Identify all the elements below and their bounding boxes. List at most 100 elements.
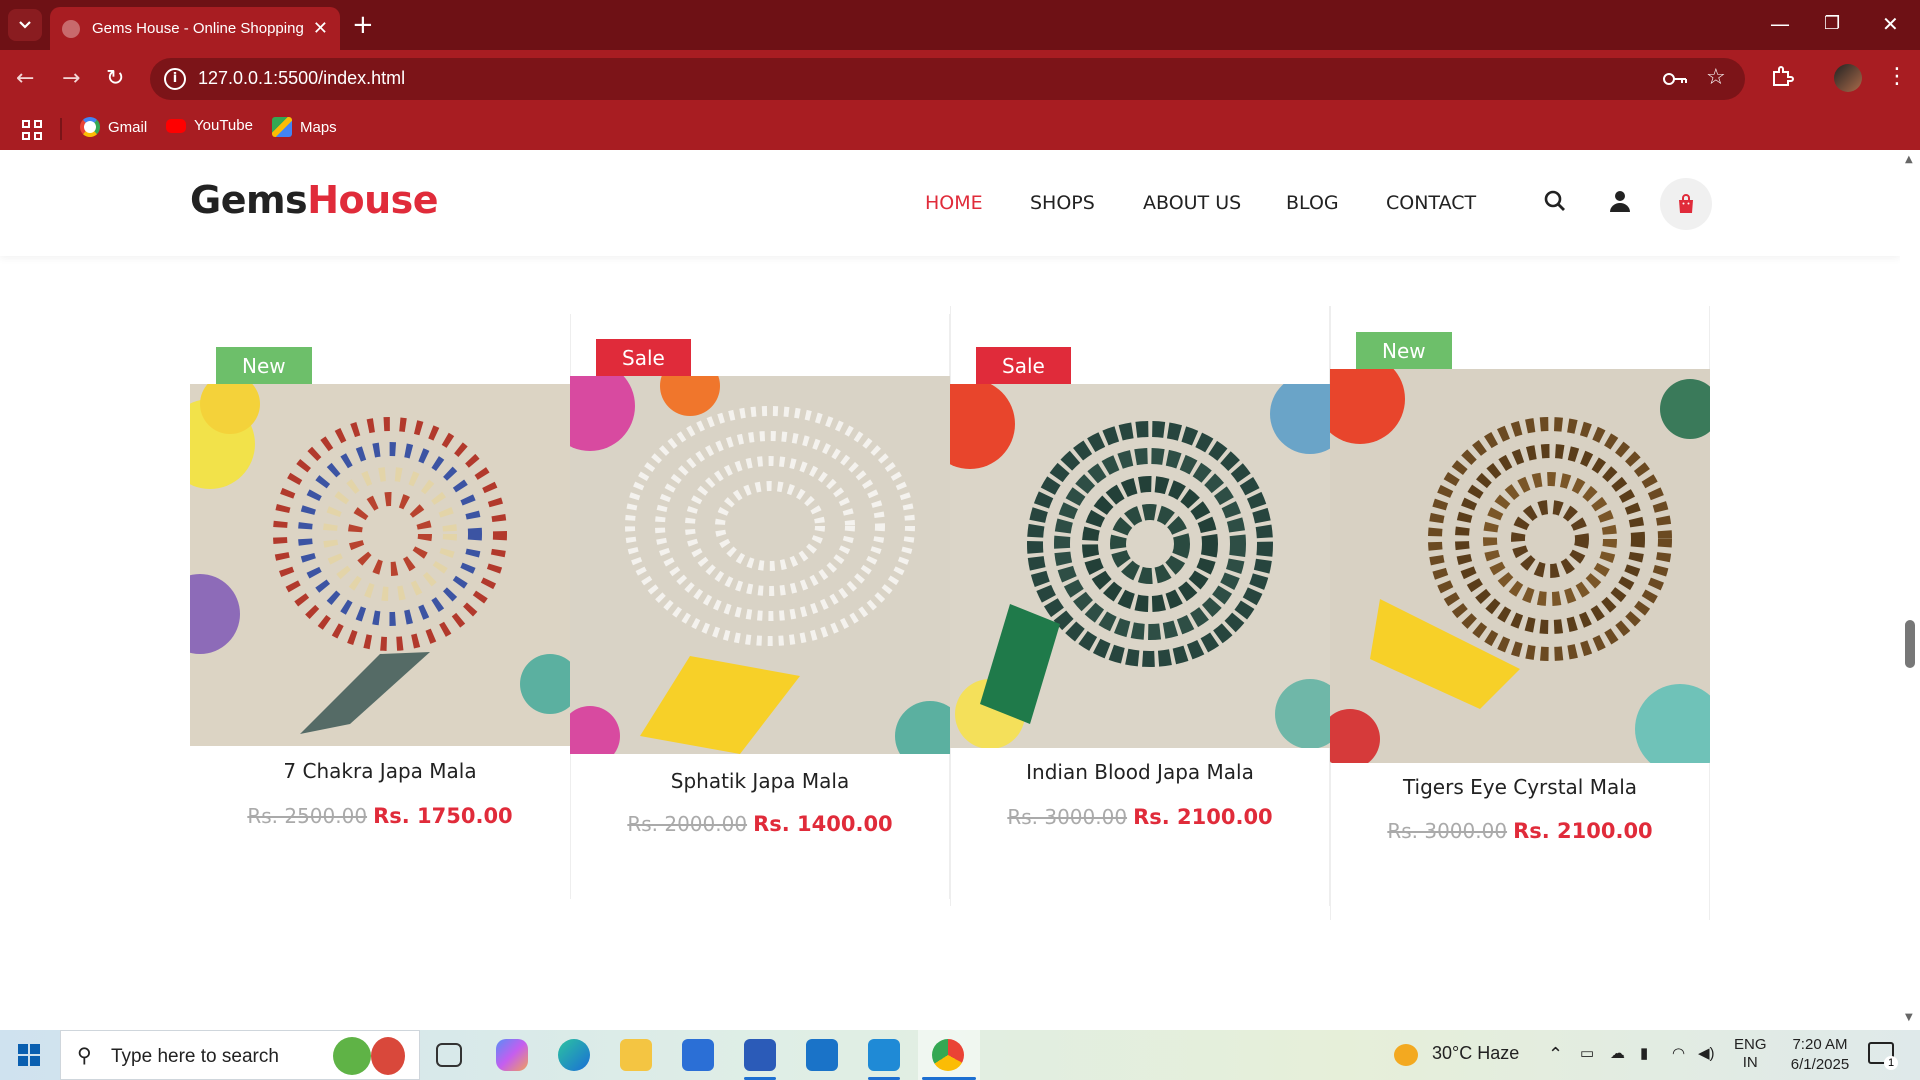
scroll-down-icon[interactable]: ▼: [1905, 1012, 1913, 1023]
microsoft-store-icon[interactable]: [682, 1039, 714, 1071]
apps-grid-icon[interactable]: [22, 120, 42, 140]
nav-blog[interactable]: BLOG: [1286, 192, 1339, 214]
badge-sale: Sale: [596, 339, 691, 377]
weather-icon[interactable]: [1394, 1044, 1418, 1066]
reload-icon[interactable]: ↻: [106, 64, 124, 94]
bookmark-label: Maps: [300, 118, 337, 136]
restore-icon[interactable]: ❐: [1824, 10, 1840, 38]
browser-tab-bar: Gems House - Online Shopping ✕ + — ❐ ✕: [0, 0, 1920, 50]
sale-price: Rs. 2100.00: [1133, 805, 1273, 829]
edge-icon[interactable]: [558, 1039, 590, 1071]
minimize-icon[interactable]: —: [1770, 10, 1790, 38]
product-price: Rs. 3000.00 Rs. 2100.00: [1330, 819, 1710, 843]
chevron-up-icon[interactable]: ⌃: [1548, 1044, 1563, 1065]
search-icon[interactable]: [1542, 188, 1568, 214]
chakra-mala-image: [190, 384, 570, 746]
forward-icon[interactable]: →: [62, 64, 80, 94]
battery-icon[interactable]: ▮: [1640, 1044, 1648, 1062]
nav-home[interactable]: HOME: [925, 192, 983, 214]
site-header: GemsHouse HOME SHOPS ABOUT US BLOG CONTA…: [0, 150, 1900, 256]
extensions-icon[interactable]: [1770, 64, 1794, 88]
menu-dots-icon[interactable]: ⋮: [1886, 64, 1908, 89]
logo-part-2: House: [307, 178, 439, 222]
product-image[interactable]: [1330, 369, 1710, 763]
old-price: Rs. 2500.00: [247, 804, 368, 828]
indian-blood-mala-image: [950, 384, 1330, 748]
file-explorer-icon[interactable]: [620, 1039, 652, 1071]
weather-text[interactable]: 30°C Haze: [1432, 1043, 1519, 1064]
address-bar[interactable]: i 127.0.0.1:5500/index.html ☆: [150, 58, 1745, 100]
language-code: ENG: [1734, 1036, 1767, 1053]
nav-about-us[interactable]: ABOUT US: [1143, 192, 1241, 214]
chevron-down-icon: [19, 21, 31, 29]
bookmark-label: YouTube: [194, 117, 253, 134]
meet-icon[interactable]: ▭: [1580, 1044, 1594, 1062]
product-name[interactable]: Sphatik Japa Mala: [570, 769, 950, 793]
chrome-icon[interactable]: [932, 1039, 964, 1071]
product-image[interactable]: [190, 384, 570, 746]
notification-icon[interactable]: 1: [1868, 1042, 1898, 1070]
bookmark-label: Gmail: [108, 118, 148, 136]
maps-icon: [272, 117, 292, 137]
language-indicator[interactable]: ENG IN: [1734, 1036, 1767, 1072]
search-icon: ⚲: [77, 1043, 92, 1067]
volume-icon[interactable]: ◀): [1698, 1044, 1715, 1062]
bookmark-maps[interactable]: Maps: [272, 117, 337, 137]
wifi-icon[interactable]: ◠: [1672, 1044, 1685, 1062]
bookmarks-divider: [60, 118, 62, 140]
close-icon[interactable]: ✕: [313, 18, 328, 39]
user-icon[interactable]: [1607, 188, 1633, 214]
key-icon[interactable]: [1662, 70, 1688, 88]
clock[interactable]: 7:20 AM 6/1/2025: [1780, 1035, 1860, 1075]
notification-count: 1: [1884, 1056, 1898, 1070]
product-grid: New 7 Chakra Japa Mala Rs. 2500.00 Rs. 1…: [190, 306, 1710, 920]
product-price: Rs. 2000.00 Rs. 1400.00: [570, 812, 950, 836]
vscode-icon[interactable]: [868, 1039, 900, 1071]
star-icon[interactable]: ☆: [1706, 65, 1726, 90]
cart-button[interactable]: [1660, 178, 1712, 230]
badge-sale: Sale: [976, 347, 1071, 385]
back-icon[interactable]: ←: [16, 64, 34, 94]
site-logo[interactable]: GemsHouse: [190, 178, 439, 222]
sale-price: Rs. 1750.00: [373, 804, 513, 828]
sphatik-mala-image: [570, 376, 950, 754]
browser-tab-active[interactable]: Gems House - Online Shopping ✕: [50, 7, 340, 50]
new-tab-button[interactable]: +: [352, 10, 374, 40]
site-info-icon[interactable]: i: [164, 68, 186, 90]
profile-avatar[interactable]: [1834, 64, 1862, 92]
product-price: Rs. 3000.00 Rs. 2100.00: [950, 805, 1330, 829]
product-image[interactable]: [950, 384, 1330, 748]
product-name[interactable]: Indian Blood Japa Mala: [950, 760, 1330, 784]
page-scrollbar[interactable]: ▲ ▼: [1900, 150, 1920, 1030]
browser-toolbar: ← → ↻ i 127.0.0.1:5500/index.html ☆ ⋮: [0, 50, 1920, 108]
badge-new: New: [1356, 332, 1452, 370]
cloud-icon[interactable]: ☁: [1610, 1044, 1625, 1062]
tab-title: Gems House - Online Shopping: [92, 20, 304, 37]
product-name[interactable]: 7 Chakra Japa Mala: [190, 759, 570, 783]
sale-price: Rs. 1400.00: [753, 812, 893, 836]
tab-search-button[interactable]: [8, 9, 42, 41]
badge-new: New: [216, 347, 312, 385]
word-icon[interactable]: [744, 1039, 776, 1071]
shopping-bag-icon: [1679, 194, 1693, 213]
copilot-icon[interactable]: [496, 1039, 528, 1071]
close-window-icon[interactable]: ✕: [1882, 10, 1899, 38]
product-name[interactable]: Tigers Eye Cyrstal Mala: [1330, 775, 1710, 799]
nav-shops[interactable]: SHOPS: [1030, 192, 1095, 214]
logo-part-1: Gems: [190, 178, 308, 222]
scroll-thumb[interactable]: [1905, 620, 1915, 668]
taskbar-search[interactable]: ⚲ Type here to search: [60, 1030, 420, 1080]
nav-contact[interactable]: CONTACT: [1386, 192, 1476, 214]
bookmark-gmail[interactable]: Gmail: [80, 117, 147, 137]
windows-start-icon[interactable]: [18, 1044, 40, 1066]
product-image[interactable]: [570, 376, 950, 754]
clock-time: 7:20 AM: [1792, 1036, 1848, 1053]
outlook-icon[interactable]: [806, 1039, 838, 1071]
old-price: Rs. 2000.00: [627, 812, 748, 836]
clock-date: 6/1/2025: [1790, 1056, 1850, 1073]
google-icon: [80, 117, 100, 137]
bookmark-youtube[interactable]: YouTube: [166, 117, 253, 134]
bookmarks-bar: Gmail YouTube Maps: [0, 108, 1920, 150]
scroll-up-icon[interactable]: ▲: [1905, 154, 1913, 165]
task-view-icon[interactable]: [436, 1043, 462, 1067]
